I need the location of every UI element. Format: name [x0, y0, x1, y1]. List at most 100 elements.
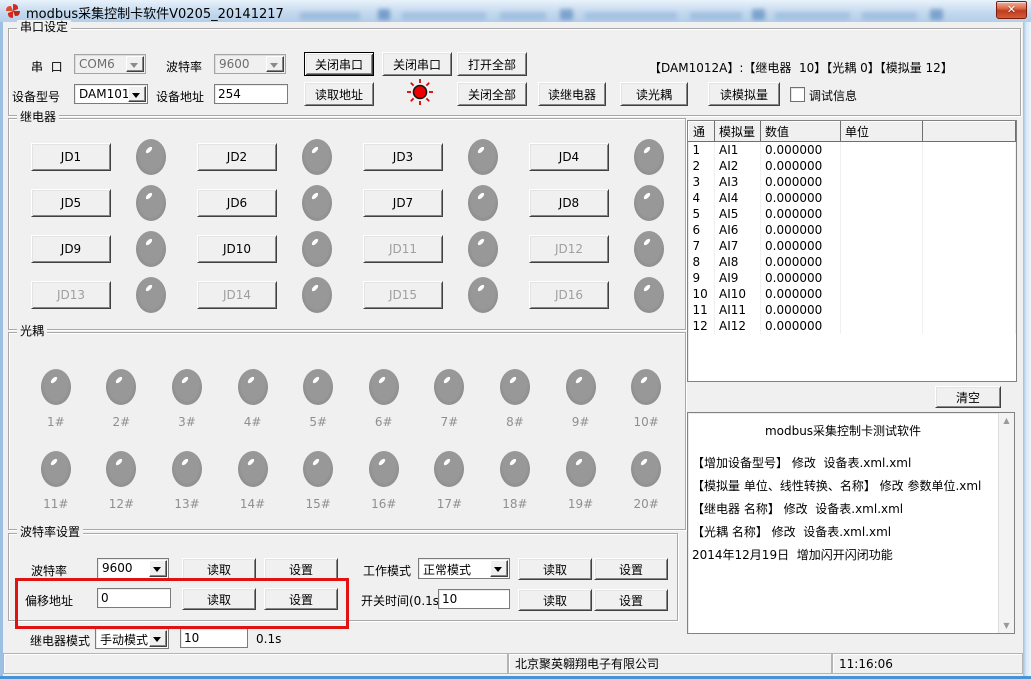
offset-read-button[interactable]: 读取: [182, 588, 256, 610]
close-serial-button-1[interactable]: 关闭串口: [304, 52, 374, 76]
relay-led-13: [136, 277, 166, 313]
table-row[interactable]: 5 AI5 0.000000: [688, 206, 1016, 222]
app-window: modbus采集控制卡软件V0205_20141217 ✕ 串口设定 串 口 C…: [0, 0, 1031, 679]
switch-time-input[interactable]: [438, 589, 510, 609]
col-unit[interactable]: 单位: [840, 121, 923, 142]
chevron-down-icon: [149, 630, 167, 647]
work-mode-combo[interactable]: 正常模式: [418, 558, 510, 579]
open-all-button[interactable]: 打开全部: [457, 52, 527, 76]
table-row[interactable]: 1 AI1 0.000000: [688, 141, 1016, 158]
debug-info-checkbox[interactable]: [790, 87, 805, 102]
table-row[interactable]: 6 AI6 0.000000: [688, 222, 1016, 238]
opto-label: 11#: [43, 497, 69, 511]
opto-led-10: [631, 369, 662, 405]
col-value[interactable]: 数值: [760, 121, 841, 142]
relay-group: 继电器 JD1 JD2 JD3 JD4 JD5 JD6 JD7 JD8 JD9 …: [8, 110, 686, 330]
opto-label: 12#: [108, 497, 135, 511]
table-row[interactable]: 2 AI2 0.000000: [688, 158, 1016, 174]
close-all-button[interactable]: 关闭全部: [457, 82, 527, 106]
clear-button[interactable]: 清空: [935, 386, 1001, 408]
read-relay-button[interactable]: 读继电器: [538, 82, 606, 106]
table-row[interactable]: 11 AI11 0.000000: [688, 302, 1016, 318]
opto-led-17: [434, 451, 465, 487]
relay-led-14: [302, 277, 332, 313]
opto-led-8: [499, 369, 530, 405]
offset-addr-label: 偏移地址: [25, 594, 74, 608]
info-line: 【继电器 名称】 修改 设备表.xml.xml: [692, 502, 904, 516]
opto-led-4: [237, 369, 268, 405]
relay-button-jd10[interactable]: JD10: [197, 235, 277, 263]
device-addr-input[interactable]: [214, 84, 288, 104]
relay-mode-label: 继电器模式: [30, 634, 91, 648]
opto-led-9: [565, 369, 596, 405]
relay-button-jd2[interactable]: JD2: [197, 143, 277, 171]
opto-label: 16#: [371, 497, 397, 511]
opto-group: 光耦 1# 2# 3# 4# 5# 6# 7# 8# 9# 10# 11# 12…: [8, 324, 686, 530]
offset-set-button[interactable]: 设置: [264, 588, 338, 610]
relay-led-9: [136, 231, 166, 267]
col-extra[interactable]: [922, 121, 1016, 142]
read-opto-button[interactable]: 读光耦: [620, 82, 688, 106]
serial-status-led-icon: [407, 79, 433, 105]
relay-mode-time-unit: 0.1s: [256, 632, 282, 646]
scroll-up-icon[interactable]: ▲: [999, 413, 1014, 428]
read-analog-button[interactable]: 读模拟量: [708, 82, 780, 106]
baud-rate-value: 9600: [102, 561, 133, 575]
col-channel[interactable]: 通: [688, 121, 715, 142]
titlebar-glass-artifact: [378, 9, 390, 20]
offset-addr-input[interactable]: [97, 588, 171, 608]
relay-button-jd16: JD16: [529, 281, 609, 309]
scroll-down-icon[interactable]: ▼: [999, 618, 1014, 633]
table-row[interactable]: 8 AI8 0.000000: [688, 254, 1016, 270]
device-model-combo[interactable]: DAM1012A: [74, 84, 148, 104]
opto-label: 1#: [46, 415, 65, 429]
close-serial-button-2[interactable]: 关闭串口: [382, 52, 452, 76]
baud-rate-label: 波特率: [31, 564, 68, 578]
read-addr-button[interactable]: 读取地址: [304, 82, 374, 106]
baud-rate-combo[interactable]: 9600: [97, 558, 169, 579]
info-scrollbar[interactable]: ▲ ▼: [998, 413, 1014, 633]
relay-button-jd1[interactable]: JD1: [31, 143, 111, 171]
device-summary: 【DAM1012A】:【继电器 10】【光耦 0】【模拟量 12】: [649, 61, 953, 75]
table-row[interactable]: 3 AI3 0.000000: [688, 174, 1016, 190]
opto-led-16: [368, 451, 399, 487]
relay-led-12: [634, 231, 664, 267]
company-name: 北京聚英翱翔电子有限公司: [515, 657, 660, 671]
table-row[interactable]: 10 AI10 0.000000: [688, 286, 1016, 302]
table-row[interactable]: 12 AI12 0.000000: [688, 318, 1016, 334]
info-line: 【增加设备型号】 修改 设备表.xml.xml: [692, 456, 912, 470]
chevron-down-icon: [490, 560, 508, 577]
relay-button-jd5[interactable]: JD5: [31, 189, 111, 217]
switch-time-read-button[interactable]: 读取: [518, 589, 592, 611]
relay-button-jd9[interactable]: JD9: [31, 235, 111, 263]
app-icon: [6, 4, 20, 18]
relay-button-jd6[interactable]: JD6: [197, 189, 277, 217]
switch-time-set-button[interactable]: 设置: [594, 589, 668, 611]
relay-button-jd4[interactable]: JD4: [529, 143, 609, 171]
table-row[interactable]: 4 AI4 0.000000: [688, 190, 1016, 206]
titlebar-glass-artifact: [300, 12, 360, 20]
baud-group-label: 波特率设置: [17, 525, 84, 539]
opto-label: 3#: [178, 415, 196, 429]
relay-grid: JD1 JD2 JD3 JD4 JD5 JD6 JD7 JD8 JD9 JD10…: [31, 134, 695, 318]
titlebar[interactable]: modbus采集控制卡软件V0205_20141217 ✕: [0, 0, 1031, 22]
opto-led-6: [368, 369, 399, 405]
work-mode-set-button[interactable]: 设置: [594, 558, 668, 580]
baud-read-button[interactable]: 读取: [182, 558, 256, 580]
relay-button-jd7[interactable]: JD7: [363, 189, 443, 217]
table-row[interactable]: 7 AI7 0.000000: [688, 238, 1016, 254]
relay-led-15: [468, 277, 498, 313]
table-row[interactable]: 9 AI9 0.000000: [688, 270, 1016, 286]
opto-led-2: [106, 369, 137, 405]
baud-set-button[interactable]: 设置: [264, 558, 338, 580]
relay-button-jd3[interactable]: JD3: [363, 143, 443, 171]
opto-label: 19#: [567, 497, 594, 511]
relay-mode-combo[interactable]: 手动模式: [95, 628, 169, 649]
relay-button-jd8[interactable]: JD8: [529, 189, 609, 217]
opto-label: 13#: [174, 497, 200, 511]
close-button[interactable]: ✕: [996, 1, 1027, 19]
col-analog[interactable]: 模拟量: [714, 121, 761, 142]
titlebar-glass-artifact: [752, 9, 765, 20]
relay-mode-time-input[interactable]: [180, 628, 248, 648]
work-mode-read-button[interactable]: 读取: [518, 558, 592, 580]
